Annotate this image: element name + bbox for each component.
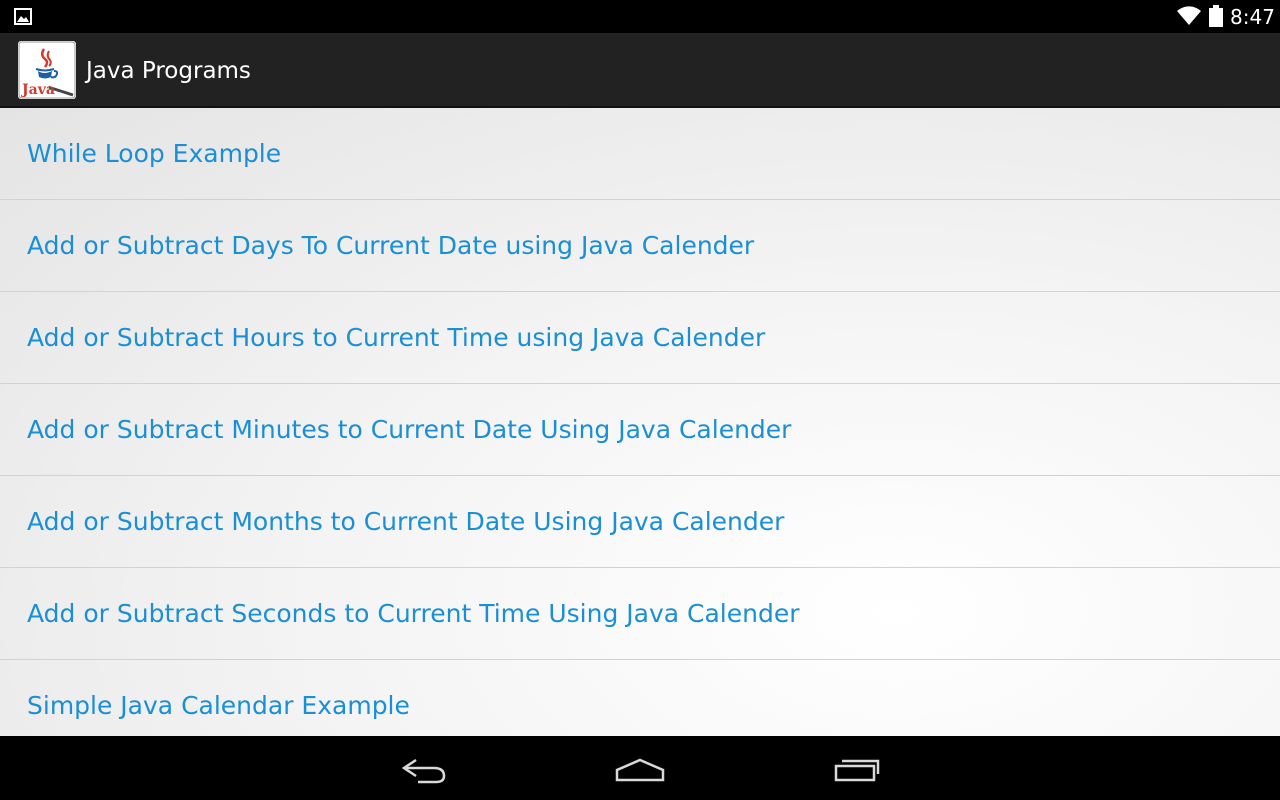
status-bar: 8:47 [0,0,1280,33]
java-logo-icon[interactable]: Java [18,41,76,99]
list-item[interactable]: Add or Subtract Minutes to Current Date … [0,384,1280,476]
app-title: Java Programs [86,58,251,84]
java-logo-text: Java [20,82,55,98]
list-item[interactable]: Simple Java Calendar Example [0,660,1280,736]
list-item[interactable]: Add or Subtract Days To Current Date usi… [0,200,1280,292]
list-item[interactable]: Add or Subtract Hours to Current Time us… [0,292,1280,384]
recents-icon[interactable] [828,750,888,786]
list-item-label: Add or Subtract Hours to Current Time us… [27,323,766,352]
program-list: While Loop Example Add or Subtract Days … [0,108,1280,736]
action-bar: Java Java Programs [0,33,1280,108]
home-icon[interactable] [610,750,670,786]
gallery-icon [14,8,32,25]
status-clock: 8:47 [1230,5,1275,29]
list-item-label: Add or Subtract Seconds to Current Time … [27,599,800,628]
list-item[interactable]: Add or Subtract Months to Current Date U… [0,476,1280,568]
list-item-label: Add or Subtract Days To Current Date usi… [27,231,755,260]
list-item-label: While Loop Example [27,139,282,168]
list-item[interactable]: While Loop Example [0,108,1280,200]
back-icon[interactable] [394,750,454,786]
list-item-label: Simple Java Calendar Example [27,691,410,720]
list-item-label: Add or Subtract Minutes to Current Date … [27,415,792,444]
list-item-label: Add or Subtract Months to Current Date U… [27,507,785,536]
wifi-icon [1177,6,1201,26]
navigation-bar [0,736,1280,800]
battery-icon [1209,5,1223,27]
list-item[interactable]: Add or Subtract Seconds to Current Time … [0,568,1280,660]
